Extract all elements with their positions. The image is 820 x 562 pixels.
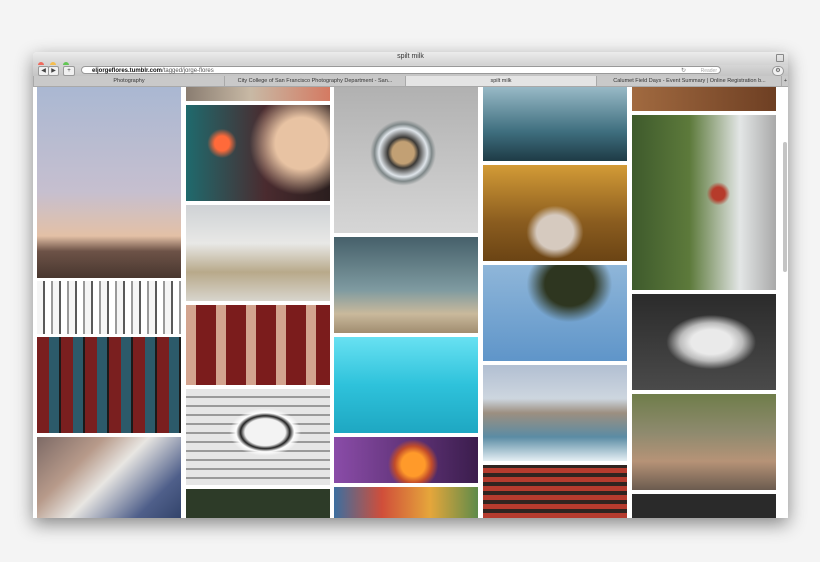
forward-arrow-icon: ▶	[51, 68, 56, 74]
reload-icon[interactable]: ↻	[681, 67, 686, 75]
photo-tree-sky[interactable]	[483, 265, 627, 361]
photo-sea-fog[interactable]	[483, 87, 627, 161]
new-tab-button[interactable]: +	[63, 66, 75, 76]
photo-sugar-skull[interactable]	[186, 389, 330, 485]
photo-underwater[interactable]	[334, 337, 478, 433]
add-tab-button[interactable]: +	[781, 76, 788, 86]
photo-fountain[interactable]	[186, 205, 330, 301]
photo-woman-flowers[interactable]	[483, 165, 627, 261]
scrollbar[interactable]	[783, 142, 787, 272]
photo-partial-top[interactable]	[186, 87, 330, 101]
tab-spilt-milk[interactable]: spilt milk	[405, 76, 596, 86]
browser-window: spilt milk ◀ ▶ + eljorgeflores.tumblr.co…	[33, 52, 788, 518]
photo-colorful-bottom[interactable]	[334, 487, 478, 518]
photo-pattern[interactable]	[37, 281, 181, 334]
photo-red-pattern[interactable]	[483, 465, 627, 518]
reader-button[interactable]: Reader	[701, 67, 717, 75]
url-host: eljorgeflores.tumblr.com	[92, 68, 163, 74]
photo-film-strips[interactable]	[37, 337, 181, 433]
photo-woman-bokeh[interactable]	[186, 105, 330, 201]
tab-calumet-field-days[interactable]: Calumet Field Days - Event Summary | Onl…	[596, 76, 782, 86]
photo-sunset-hills[interactable]	[37, 87, 181, 278]
tab-ccsf-photography[interactable]: City College of San Francisco Photograph…	[224, 76, 405, 86]
address-bar[interactable]: eljorgeflores.tumblr.com/tagged/jorge-fl…	[81, 66, 721, 74]
photo-dalmatian-toy[interactable]	[37, 437, 181, 518]
photo-partial-top-right[interactable]	[632, 87, 776, 111]
tab-photography[interactable]: Photography	[33, 76, 224, 86]
settings-button[interactable]: ⚙	[772, 66, 784, 76]
forward-button[interactable]: ▶	[48, 66, 59, 76]
photo-dark-bottom[interactable]	[632, 494, 776, 518]
gear-icon: ⚙	[775, 68, 781, 74]
plus-icon: +	[67, 68, 71, 74]
photo-grid	[33, 87, 788, 518]
tab-bar: Photography City College of San Francisc…	[33, 76, 788, 87]
photo-woman-beach[interactable]	[334, 237, 478, 333]
photo-blonde-woman-bw[interactable]	[632, 294, 776, 390]
photo-candle-purple[interactable]	[334, 437, 478, 483]
photo-legs-red[interactable]	[186, 305, 330, 385]
window-title: spilt milk	[397, 53, 424, 60]
photo-crowded-beach[interactable]	[483, 365, 627, 461]
photo-jar-bokeh[interactable]	[334, 87, 478, 233]
photo-three-friends[interactable]	[632, 394, 776, 490]
photo-dark-green[interactable]	[186, 489, 330, 518]
title-bar: spilt milk	[33, 52, 788, 68]
url-path: /tagged/jorge-flores	[162, 68, 214, 74]
fullscreen-icon[interactable]	[776, 54, 784, 62]
photo-torn-tree[interactable]	[632, 115, 776, 290]
browser-toolbar: ◀ ▶ + eljorgeflores.tumblr.com/tagged/jo…	[33, 65, 788, 76]
back-arrow-icon: ◀	[41, 68, 46, 74]
